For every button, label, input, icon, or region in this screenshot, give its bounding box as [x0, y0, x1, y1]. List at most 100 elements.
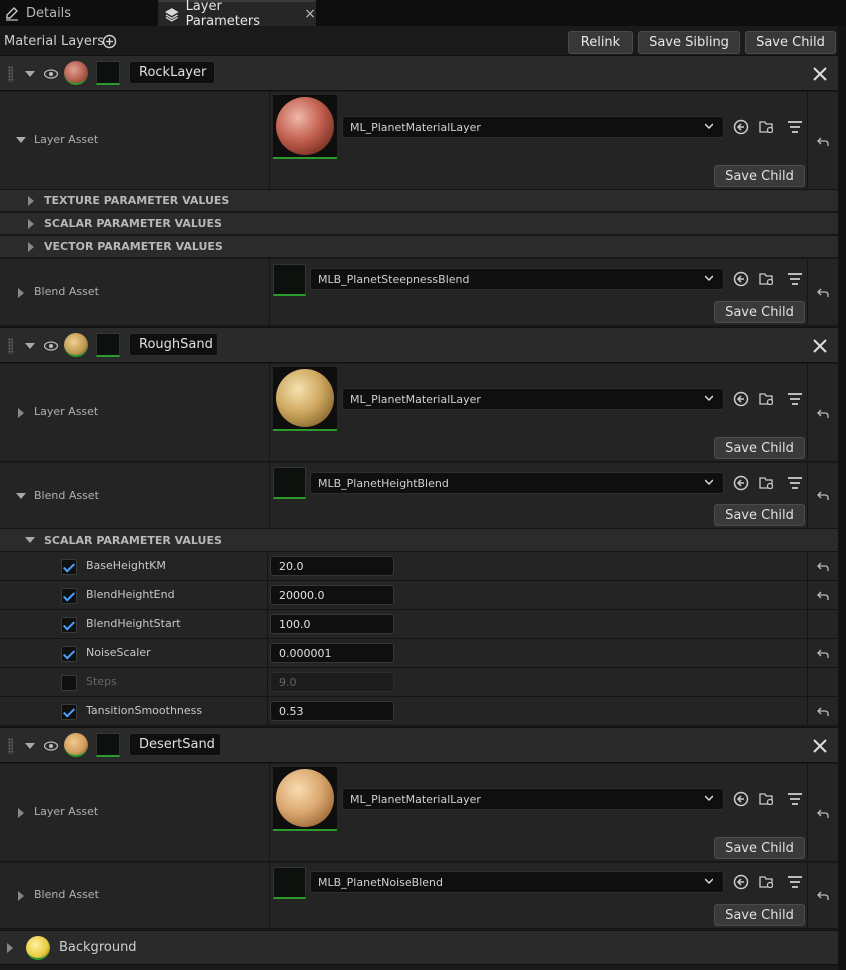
layer-asset-label: Layer Asset	[34, 405, 99, 418]
remove-layer-icon[interactable]	[813, 739, 827, 753]
use-selected-icon[interactable]	[733, 391, 749, 407]
param-value-field[interactable]: 0.000001	[270, 643, 394, 663]
layer-asset-combo[interactable]: ML_PlanetMaterialLayer	[342, 116, 724, 138]
visibility-eye-icon[interactable]	[44, 341, 58, 351]
close-tab-icon[interactable]: ×	[304, 6, 316, 22]
remove-layer-icon[interactable]	[813, 339, 827, 353]
layer-asset-combo[interactable]: ML_PlanetMaterialLayer	[342, 788, 724, 810]
browse-folder-icon[interactable]	[759, 874, 775, 890]
tab-details[interactable]: Details	[0, 0, 156, 26]
expand-arrow-icon[interactable]	[18, 288, 24, 298]
save-child-button[interactable]: Save Child	[745, 31, 836, 54]
browse-folder-icon[interactable]	[759, 271, 775, 287]
expand-arrow-icon[interactable]	[16, 137, 26, 143]
layer-name-field[interactable]: RockLayer	[129, 61, 215, 84]
layer-header-desertsand[interactable]: DesertSand	[0, 727, 838, 763]
use-selected-icon[interactable]	[733, 271, 749, 287]
blend-asset-thumbnail[interactable]	[273, 867, 306, 899]
blend-asset-combo[interactable]: MLB_PlanetNoiseBlend	[310, 871, 724, 893]
filter-icon[interactable]	[787, 874, 803, 890]
layer-asset-thumbnail[interactable]	[273, 367, 337, 431]
blend-save-child-button[interactable]: Save Child	[714, 301, 805, 323]
reset-arrow-icon[interactable]	[817, 288, 829, 298]
collapse-arrow-icon[interactable]	[25, 743, 35, 749]
override-checkbox[interactable]	[61, 646, 77, 662]
scrollbar-track[interactable]	[838, 26, 846, 970]
layer-save-child-button[interactable]: Save Child	[714, 837, 805, 859]
visibility-eye-icon[interactable]	[44, 69, 58, 79]
param-value-field[interactable]: 20.0	[270, 556, 394, 576]
reset-arrow-icon[interactable]	[817, 562, 829, 572]
override-checkbox[interactable]	[61, 588, 77, 604]
browse-folder-icon[interactable]	[759, 119, 775, 135]
layer-save-child-button[interactable]: Save Child	[714, 165, 805, 187]
layer-header-rocklayer[interactable]: RockLayer	[0, 55, 838, 91]
filter-icon[interactable]	[787, 391, 803, 407]
relink-button[interactable]: Relink	[568, 31, 633, 54]
visibility-eye-icon[interactable]	[44, 741, 58, 751]
use-selected-icon[interactable]	[733, 475, 749, 491]
scalar-params-category[interactable]: SCALAR PARAMETER VALUES	[0, 529, 838, 552]
remove-layer-icon[interactable]	[813, 67, 827, 81]
layer-asset-combo[interactable]: ML_PlanetMaterialLayer	[342, 388, 724, 410]
expand-arrow-icon[interactable]	[18, 408, 24, 418]
override-checkbox[interactable]	[61, 617, 77, 633]
drag-handle-icon[interactable]	[8, 66, 13, 82]
collapse-arrow-icon[interactable]	[25, 537, 35, 543]
blend-asset-combo[interactable]: MLB_PlanetSteepnessBlend	[310, 268, 724, 290]
use-selected-icon[interactable]	[733, 119, 749, 135]
expand-arrow-icon[interactable]	[28, 219, 34, 229]
reset-arrow-icon[interactable]	[817, 809, 829, 819]
blend-asset-thumbnail[interactable]	[273, 467, 306, 499]
expand-arrow-icon[interactable]	[28, 242, 34, 252]
use-selected-icon[interactable]	[733, 874, 749, 890]
scalar-params-category[interactable]: SCALAR PARAMETER VALUES	[0, 213, 838, 235]
expand-arrow-icon[interactable]	[7, 943, 13, 953]
add-layer-icon[interactable]	[102, 34, 117, 49]
browse-folder-icon[interactable]	[759, 391, 775, 407]
blend-asset-thumbnail[interactable]	[273, 264, 306, 296]
reset-arrow-icon[interactable]	[817, 891, 829, 901]
browse-folder-icon[interactable]	[759, 791, 775, 807]
tab-layer-parameters[interactable]: Layer Parameters ×	[158, 0, 316, 29]
expand-arrow-icon[interactable]	[18, 808, 24, 818]
reset-arrow-icon[interactable]	[817, 591, 829, 601]
layer-asset-thumbnail[interactable]	[273, 95, 337, 159]
reset-arrow-icon[interactable]	[817, 649, 829, 659]
blend-asset-combo[interactable]: MLB_PlanetHeightBlend	[310, 472, 724, 494]
background-layer-header[interactable]: Background	[0, 930, 838, 965]
drag-handle-icon[interactable]	[8, 338, 13, 354]
expand-arrow-icon[interactable]	[18, 891, 24, 901]
layer-asset-thumbnail[interactable]	[273, 767, 337, 831]
blend-save-child-button[interactable]: Save Child	[714, 504, 805, 526]
reset-arrow-icon[interactable]	[817, 707, 829, 717]
filter-icon[interactable]	[787, 119, 803, 135]
filter-icon[interactable]	[787, 271, 803, 287]
collapse-arrow-icon[interactable]	[25, 71, 35, 77]
layer-save-child-button[interactable]: Save Child	[714, 437, 805, 459]
browse-folder-icon[interactable]	[759, 475, 775, 491]
collapse-arrow-icon[interactable]	[16, 493, 26, 499]
param-value-field[interactable]: 0.53	[270, 701, 394, 721]
vector-params-category[interactable]: VECTOR PARAMETER VALUES	[0, 236, 838, 258]
drag-handle-icon[interactable]	[8, 738, 13, 754]
param-value-field[interactable]: 20000.0	[270, 585, 394, 605]
blend-save-child-button[interactable]: Save Child	[714, 904, 805, 926]
layer-header-roughsand[interactable]: RoughSand	[0, 327, 838, 363]
override-checkbox[interactable]	[61, 675, 77, 691]
save-sibling-button[interactable]: Save Sibling	[638, 31, 740, 54]
reset-arrow-icon[interactable]	[817, 491, 829, 501]
texture-params-category[interactable]: TEXTURE PARAMETER VALUES	[0, 190, 838, 212]
filter-icon[interactable]	[787, 791, 803, 807]
layer-name-field[interactable]: DesertSand	[129, 733, 221, 756]
filter-icon[interactable]	[787, 475, 803, 491]
override-checkbox[interactable]	[61, 704, 77, 720]
collapse-arrow-icon[interactable]	[25, 343, 35, 349]
expand-arrow-icon[interactable]	[28, 196, 34, 206]
param-value-field[interactable]: 100.0	[270, 614, 394, 634]
use-selected-icon[interactable]	[733, 791, 749, 807]
reset-arrow-icon[interactable]	[817, 137, 829, 147]
layer-name-field[interactable]: RoughSand	[129, 333, 218, 356]
reset-arrow-icon[interactable]	[817, 409, 829, 419]
override-checkbox[interactable]	[61, 559, 77, 575]
